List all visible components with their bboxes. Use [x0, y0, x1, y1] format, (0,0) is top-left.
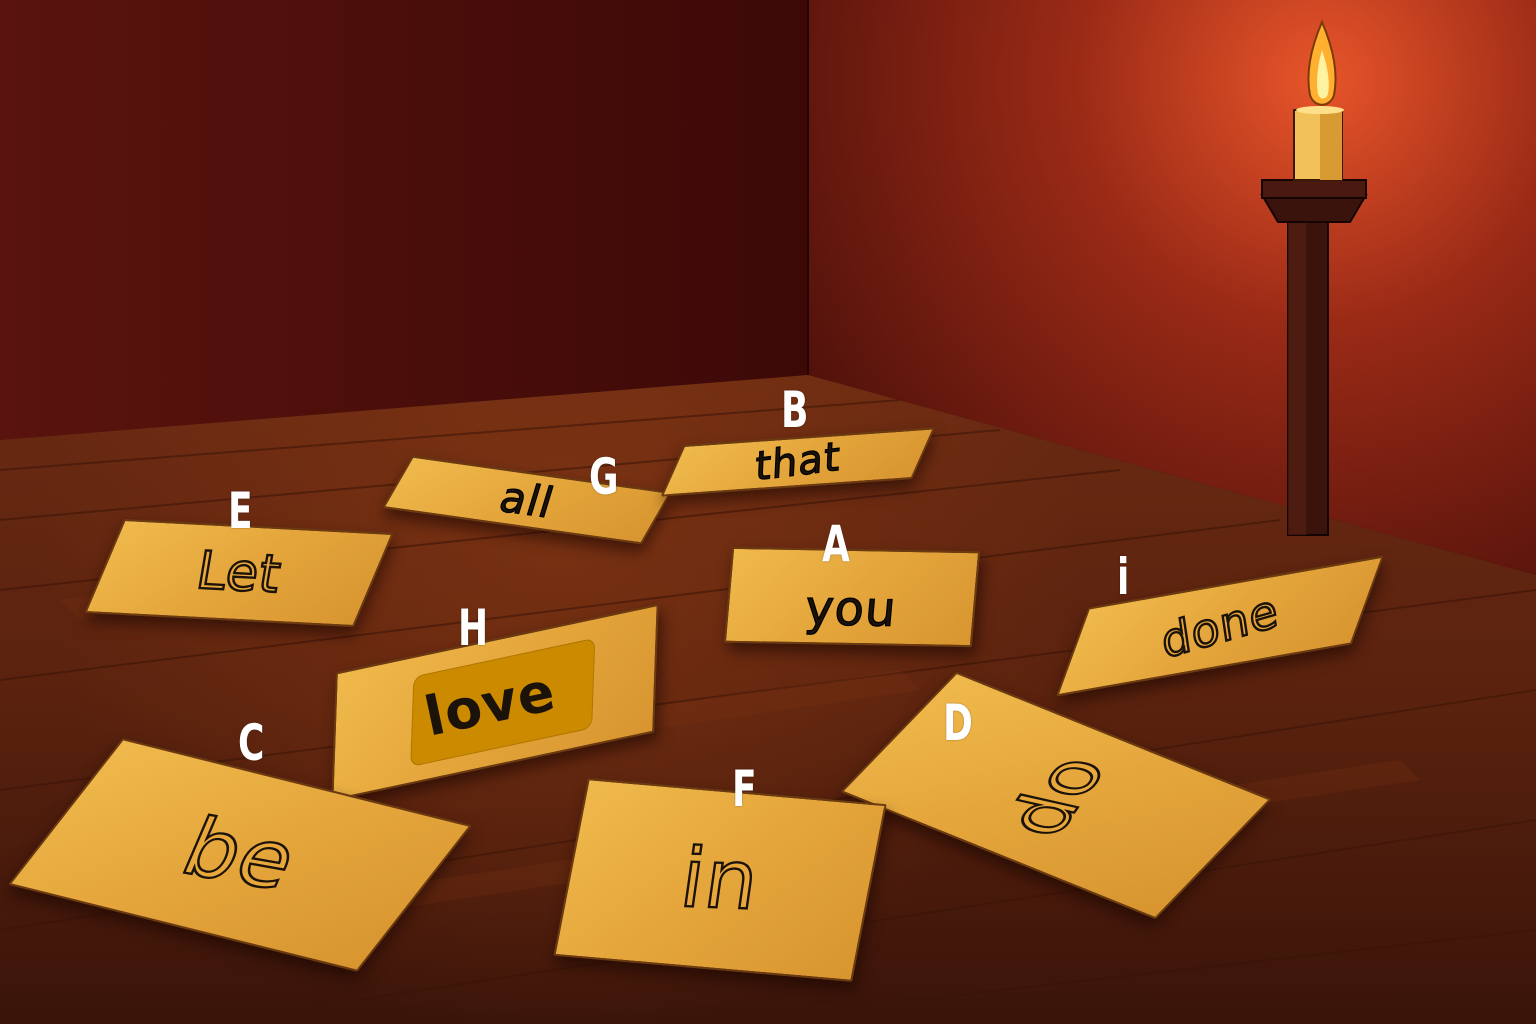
label-e: E: [228, 482, 253, 540]
card-you[interactable]: you: [723, 546, 981, 648]
label-f: F: [732, 760, 757, 818]
card-in[interactable]: in: [553, 778, 887, 982]
game-scene: all that Let you done love do be in A B …: [0, 0, 1536, 1024]
label-i: i: [1117, 548, 1130, 606]
label-c: C: [238, 714, 265, 772]
label-a: A: [822, 515, 850, 573]
left-wall: [0, 0, 808, 440]
label-g: G: [589, 448, 619, 506]
label-d: D: [943, 694, 973, 752]
label-b: B: [781, 381, 809, 439]
label-h: H: [458, 599, 489, 657]
